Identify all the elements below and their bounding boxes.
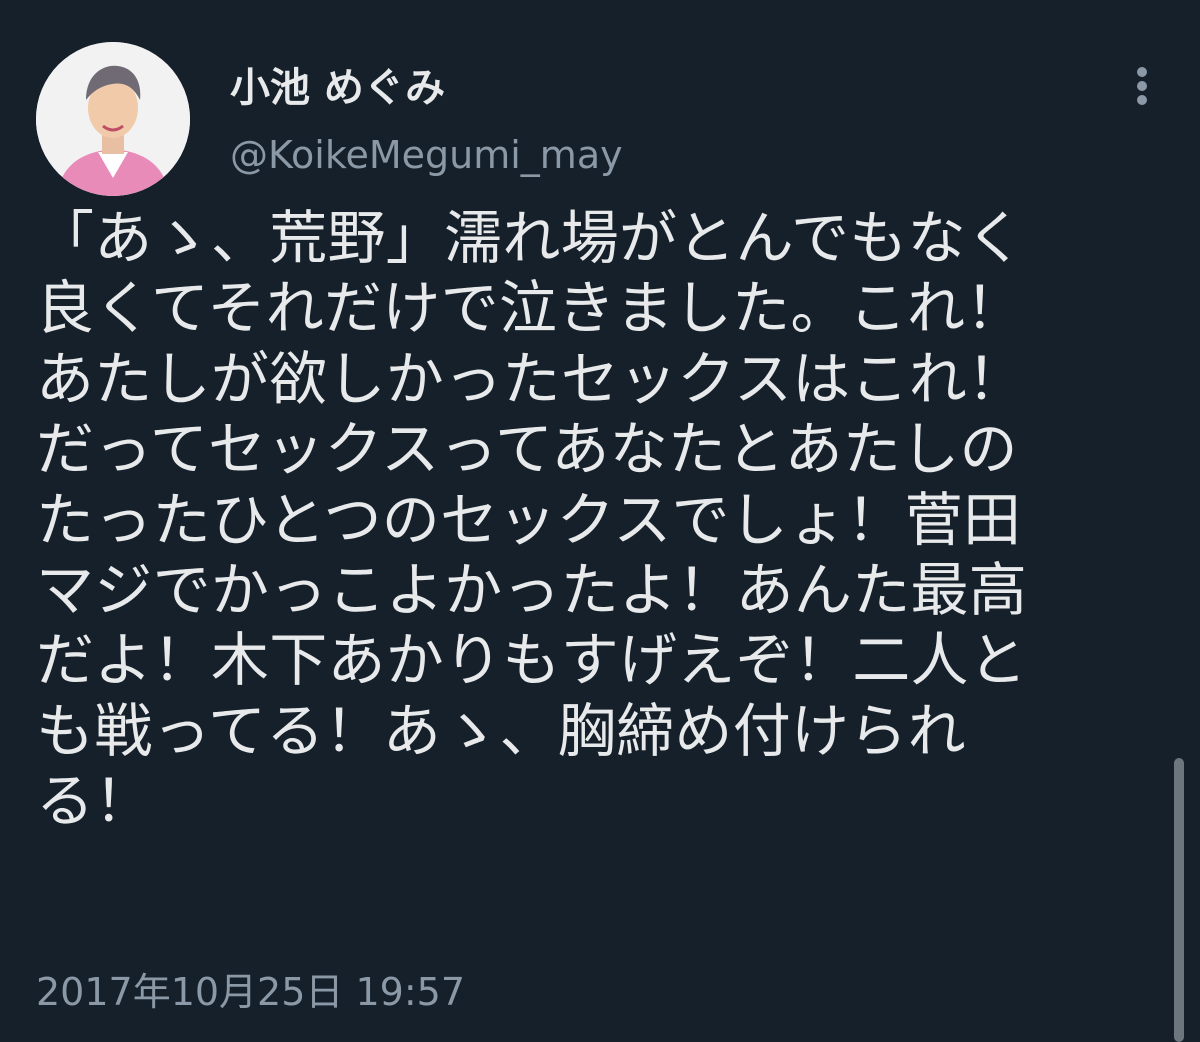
tweet-text: 「あゝ、荒野」濡れ場がとんでもなく 良くてそれだけで泣きました。これ！ あたしが… bbox=[36, 203, 1146, 837]
more-options-dot bbox=[1137, 81, 1147, 91]
tweet-text-line: だってセックスってあなたとあたしの bbox=[36, 415, 1018, 484]
tweet-text-line: だよ！木下あかりもすげえぞ！二人と bbox=[36, 626, 1028, 695]
tweet-text-line: マジでかっこよかったよ！あんた最高 bbox=[36, 555, 1028, 624]
tweet-text-line: 良くてそれだけで泣きました。これ！ bbox=[36, 274, 1024, 343]
tweet-text-line: る！ bbox=[36, 767, 153, 836]
avatar[interactable] bbox=[36, 42, 190, 196]
more-options-dot bbox=[1137, 67, 1147, 77]
tweet-text-line: も戦ってる！あゝ、胸締め付けられ bbox=[36, 696, 966, 765]
profile-photo bbox=[36, 42, 190, 196]
scrollbar[interactable] bbox=[1174, 758, 1184, 1042]
tweet-text-line: 「あゝ、荒野」濡れ場がとんでもなく bbox=[36, 204, 1025, 272]
more-options-icon[interactable] bbox=[1124, 62, 1160, 110]
more-options-dot bbox=[1137, 95, 1147, 105]
tweet-text-line: たったひとつのセックスでしょ！菅田 bbox=[36, 485, 1022, 554]
author-name[interactable]: 小池 めぐみ bbox=[230, 64, 445, 112]
tweet-text-line: あたしが欲しかったセックスはこれ！ bbox=[36, 344, 1026, 413]
author-handle[interactable]: @KoikeMegumi_may bbox=[230, 132, 623, 178]
tweet-timestamp[interactable]: 2017年10月25日 19:57 bbox=[36, 969, 465, 1015]
